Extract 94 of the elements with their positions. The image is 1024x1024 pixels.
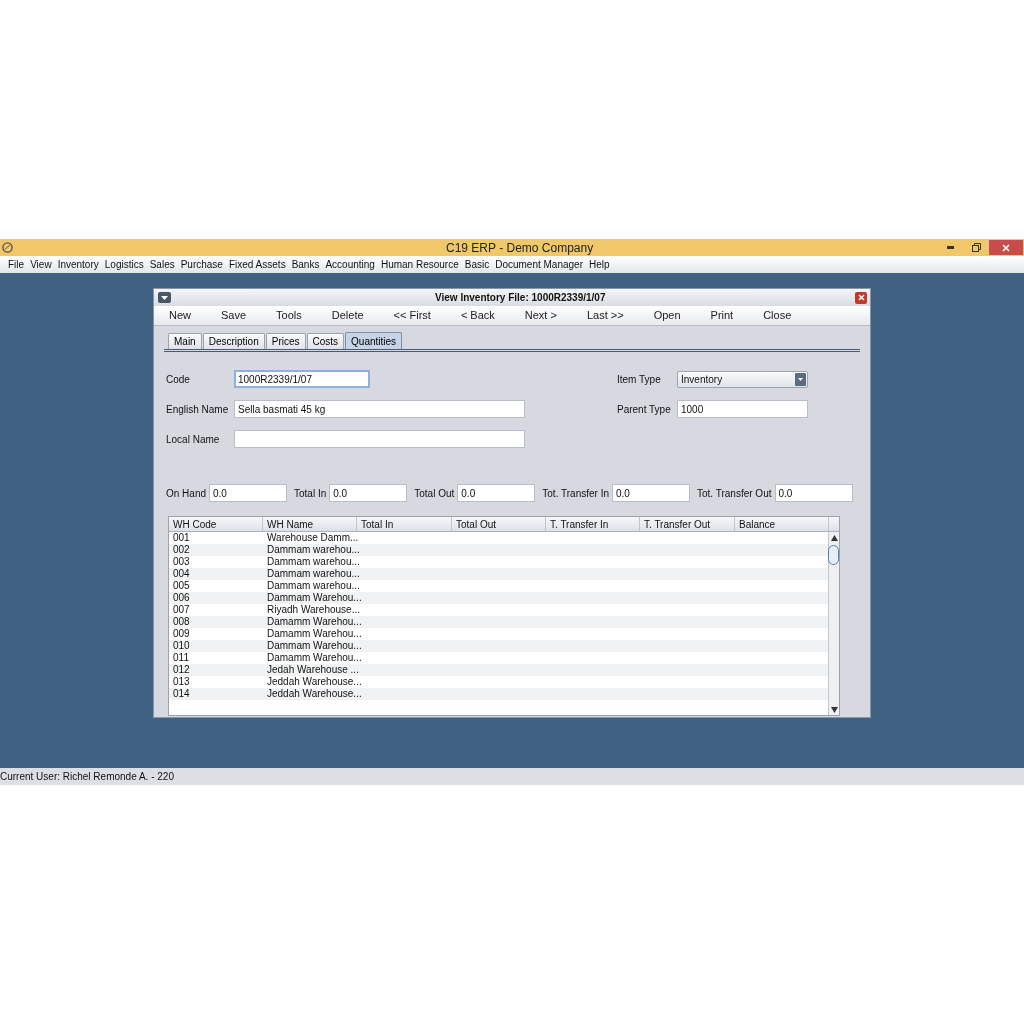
table-cell-text: 012 [172, 664, 191, 676]
table-cell-text: Warehouse Damm... [266, 532, 357, 544]
input-field[interactable]: 0.0 [612, 484, 690, 502]
menu-item[interactable]: Sales [149, 257, 175, 272]
table-cell-text: 005 [172, 580, 191, 592]
status-text: Current User: Richel Remonde A. - 220 [0, 770, 174, 784]
input-field[interactable]: 1000R2339/1/07 [234, 370, 370, 388]
menu-item[interactable]: File [8, 257, 25, 272]
tab[interactable]: Main [168, 333, 202, 349]
menu-item[interactable]: Help [589, 257, 610, 272]
table-cell-text: 003 [172, 556, 191, 568]
column-header[interactable]: Balance [735, 517, 829, 531]
table-cell-text: Dammam warehou... [266, 556, 357, 568]
tab[interactable]: Description [202, 333, 265, 349]
item-type-dropdown[interactable]: Inventory [677, 370, 808, 388]
table-cell-text: Dammam warehou... [266, 544, 357, 556]
tab[interactable]: Prices [265, 333, 306, 349]
dialog-title: View Inventory File: 1000R2339/1/07 [435, 291, 606, 305]
minimize-icon [946, 246, 954, 249]
table-cell-text: 007 [172, 604, 191, 616]
frame-menu-button[interactable] [158, 292, 171, 303]
field-label: Code [166, 372, 191, 387]
scroll-thumb[interactable] [828, 545, 839, 565]
table-cell-text: 014 [172, 688, 191, 700]
caret-icon [795, 372, 806, 386]
input-field[interactable]: 0.0 [774, 484, 853, 502]
input-field[interactable]: 0.0 [209, 484, 288, 502]
table-cell-text: 009 [172, 628, 191, 640]
input-field[interactable]: Sella basmati 45 kg [234, 400, 525, 418]
input-field[interactable] [234, 430, 525, 448]
scroll-down-arrow-icon [830, 707, 838, 713]
menu-item[interactable]: Human Resource [380, 257, 459, 272]
field-label: English Name [166, 402, 230, 417]
menu-item[interactable]: Inventory [57, 257, 99, 272]
close-button[interactable] [855, 291, 867, 304]
field-label: On Hand [166, 486, 207, 501]
field-label: Item Type [617, 372, 662, 387]
toolbar-button[interactable]: Delete [326, 307, 369, 324]
menu-item[interactable]: Logistics [104, 257, 144, 272]
table-cell-text: 004 [172, 568, 191, 580]
toolbar-button[interactable]: New [164, 307, 196, 324]
field-label: Tot. Transfer Out [697, 486, 772, 501]
field-label: Parent Type [617, 402, 672, 417]
table-cell-text: 013 [172, 676, 191, 688]
menu-item[interactable]: View [30, 257, 52, 272]
table-cell-text: 010 [172, 640, 191, 652]
input-field[interactable]: 0.0 [329, 484, 408, 502]
table-cell-text: Dammam warehou... [266, 580, 357, 592]
toolbar-button[interactable]: Close [758, 307, 797, 324]
toolbar-button[interactable]: Save [216, 307, 252, 324]
table-cell-text: 006 [172, 592, 191, 604]
restore-icon [971, 243, 981, 252]
toolbar-button[interactable]: << First [388, 307, 436, 324]
close-button[interactable] [989, 240, 1023, 255]
column-header[interactable]: WH Name [263, 517, 357, 531]
close-icon [1002, 243, 1010, 252]
toolbar-button[interactable]: Tools [271, 307, 307, 324]
toolbar-button[interactable]: Open [648, 307, 686, 324]
menu-item[interactable]: Basic [464, 257, 490, 272]
scroll-up-arrow-icon [830, 535, 838, 541]
toolbar-button[interactable]: Print [705, 307, 739, 324]
column-header[interactable]: Total Out [452, 517, 546, 531]
table-cell-text: 001 [172, 532, 191, 544]
column-header[interactable]: WH Code [169, 517, 263, 531]
input-field[interactable]: 0.0 [457, 484, 536, 502]
menu-item[interactable]: Document Manager [495, 257, 583, 272]
table-cell-text: 011 [172, 652, 190, 664]
column-header[interactable]: Total In [357, 517, 452, 531]
menu-item[interactable]: Purchase [180, 257, 223, 272]
toolbar-button[interactable]: Last >> [581, 307, 629, 324]
table-cell-text: 008 [172, 616, 191, 628]
field-label: Local Name [166, 432, 221, 447]
toolbar-button[interactable]: Next > [519, 307, 562, 324]
table-cell-text: Riyadh Warehouse... [266, 604, 357, 616]
field-label: Tot. Transfer In [542, 486, 609, 501]
menu-item[interactable]: Accounting [325, 257, 375, 272]
caret-icon [161, 295, 168, 300]
window-title: C19 ERP - Demo Company [446, 239, 594, 257]
table-cell-text: Dammam warehou... [266, 568, 357, 580]
toolbar-button[interactable]: < Back [455, 307, 500, 324]
column-header[interactable]: T. Transfer Out [640, 517, 735, 531]
table-cell-text: 002 [172, 544, 191, 556]
menu-item[interactable]: Banks [291, 257, 320, 272]
column-header[interactable]: T. Transfer In [546, 517, 640, 531]
tab[interactable]: Costs [306, 333, 345, 349]
field-label: Total In [294, 486, 327, 501]
tab[interactable]: Quantities [345, 332, 403, 349]
app-icon [2, 242, 13, 253]
close-icon [857, 294, 865, 301]
field-label: Total Out [414, 486, 455, 501]
scrollbar[interactable] [828, 532, 839, 715]
input-field[interactable]: 1000 [677, 400, 808, 418]
menu-item[interactable]: Fixed Assets [228, 257, 286, 272]
table-cell-text: Jedah Warehouse ... [266, 664, 357, 676]
